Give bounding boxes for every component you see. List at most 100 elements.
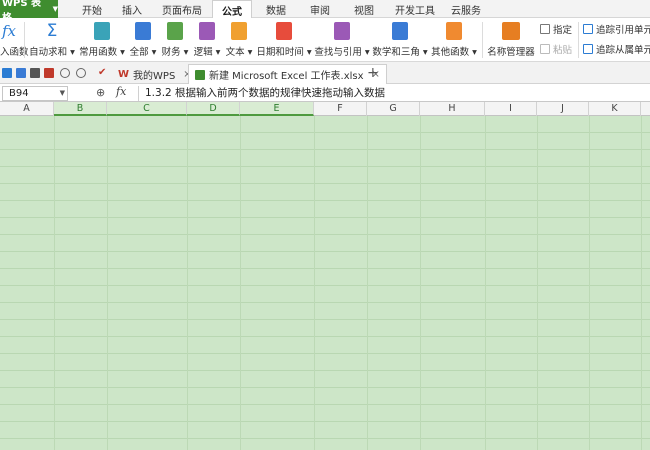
text-button[interactable]: 文本 ▾ <box>224 20 254 60</box>
tab-my-wps[interactable]: W 我的WPS × <box>112 64 198 84</box>
cell-reference: B94 <box>9 88 29 99</box>
tab-developer[interactable]: 开发工具 <box>388 0 442 18</box>
logical-button[interactable]: 逻辑 ▾ <box>192 20 222 60</box>
autosum-label: 自动求和 ▾ <box>29 47 75 58</box>
money-book-icon <box>167 22 183 40</box>
gridline <box>485 116 486 450</box>
gridline <box>641 116 642 450</box>
tab-cloud[interactable]: 云服务 <box>444 0 488 18</box>
specify-label: 指定 <box>553 25 573 36</box>
name-manager-label: 名称管理器 <box>487 47 535 58</box>
clock-book-icon <box>276 22 292 40</box>
trace-dependents-button[interactable]: 追踪从属单元 <box>583 42 650 56</box>
redo-icon[interactable] <box>76 68 86 78</box>
fx-icon: fx <box>2 22 17 40</box>
checkmark-icon[interactable]: ✔ <box>98 68 108 78</box>
column-header-a[interactable]: A <box>0 102 54 116</box>
more-functions-label: 其他函数 ▾ <box>431 47 477 58</box>
export-pdf-icon[interactable] <box>44 68 54 78</box>
all-functions-label: 全部 ▾ <box>129 47 157 58</box>
tab-data[interactable]: 数据 <box>256 0 296 18</box>
gridline <box>589 116 590 450</box>
column-headers: A B C D E F G H I J K <box>0 102 650 116</box>
tab-formulas[interactable]: 公式 <box>212 0 252 19</box>
formula-input[interactable]: 1.3.2 根据输入前两个数据的规律快速拖动输入数据 <box>138 86 648 101</box>
quick-access-bar: ✔ W 我的WPS × 新建 Microsoft Excel 工作表.xlsx … <box>0 62 650 84</box>
text-book-icon <box>231 22 247 40</box>
trace-arrow-icon <box>583 24 593 34</box>
column-header-e[interactable]: E <box>240 102 314 116</box>
sigma-icon: Σ <box>46 21 58 41</box>
gridline <box>367 116 368 450</box>
column-header-f[interactable]: F <box>314 102 367 116</box>
tab-home[interactable]: 开始 <box>72 0 112 18</box>
financial-button[interactable]: 财务 ▾ <box>160 20 190 60</box>
trace-precedents-button[interactable]: 追踪引用单元 <box>583 22 650 36</box>
specify-button[interactable]: 指定 <box>540 22 572 36</box>
column-header-i[interactable]: I <box>485 102 537 116</box>
name-box[interactable]: B94 ▼ <box>2 86 68 101</box>
spreadsheet-icon <box>195 69 205 80</box>
more-functions-button[interactable]: 其他函数 ▾ <box>430 20 478 60</box>
tab-workbook[interactable]: 新建 Microsoft Excel 工作表.xlsx × <box>188 64 387 84</box>
gridline <box>107 116 108 450</box>
worksheet-grid[interactable] <box>0 116 650 450</box>
tab-workbook-label: 新建 Microsoft Excel 工作表.xlsx <box>209 71 364 82</box>
app-menu-button[interactable]: WPS 表格 ▼ <box>0 0 58 24</box>
column-header-k[interactable]: K <box>589 102 641 116</box>
chevron-down-icon: ▼ <box>52 5 58 13</box>
chevron-down-icon[interactable]: ▼ <box>60 87 65 100</box>
column-header-d[interactable]: D <box>187 102 240 116</box>
formula-bar: B94 ▼ ⊕ fx 1.3.2 根据输入前两个数据的规律快速拖动输入数据 <box>0 85 650 102</box>
paste-label: 粘贴 <box>553 45 573 56</box>
tab-insert[interactable]: 插入 <box>112 0 152 18</box>
insert-function-label: 入函数 <box>0 47 29 58</box>
ribbon: fx 入函数 Σ 自动求和 ▾ 常用函数 ▾ 全部 ▾ 财务 ▾ 逻辑 ▾ 文本… <box>0 18 650 62</box>
undo-icon[interactable] <box>60 68 70 78</box>
star-book-icon <box>94 22 110 40</box>
tab-view[interactable]: 视图 <box>344 0 384 18</box>
column-header-j[interactable]: J <box>537 102 589 116</box>
lookup-reference-button[interactable]: 查找与引用 ▾ <box>314 20 370 60</box>
date-time-label: 日期和时间 ▾ <box>256 47 312 58</box>
paste-icon <box>540 44 550 54</box>
specify-icon <box>540 24 550 34</box>
gridline <box>537 116 538 450</box>
column-header-b[interactable]: B <box>54 102 107 116</box>
common-functions-button[interactable]: 常用函数 ▾ <box>78 20 126 60</box>
gridline <box>54 116 55 450</box>
gridline <box>420 116 421 450</box>
divider <box>578 22 579 58</box>
menu-bar: WPS 表格 ▼ 开始 插入 页面布局 公式 数据 审阅 视图 开发工具 云服务 <box>0 0 650 24</box>
logical-label: 逻辑 ▾ <box>193 47 221 58</box>
date-time-button[interactable]: 日期和时间 ▾ <box>256 20 312 60</box>
tab-page-layout[interactable]: 页面布局 <box>152 0 212 18</box>
list-book-icon <box>135 22 151 40</box>
all-functions-button[interactable]: 全部 ▾ <box>128 20 158 60</box>
insert-function-button[interactable]: fx 入函数 <box>0 20 29 60</box>
wps-logo-icon: W <box>118 68 130 80</box>
gridline <box>240 116 241 450</box>
divider <box>24 22 25 58</box>
math-trig-button[interactable]: 数学和三角 ▾ <box>372 20 428 60</box>
save-icon[interactable] <box>16 68 26 78</box>
paste-name-button[interactable]: 粘贴 <box>540 42 572 56</box>
zoom-icon[interactable]: ⊕ <box>96 86 105 99</box>
question-book-icon <box>199 22 215 40</box>
print-icon[interactable] <box>30 68 40 78</box>
fx-icon[interactable]: fx <box>116 85 126 98</box>
text-label: 文本 ▾ <box>225 47 253 58</box>
tab-review[interactable]: 审阅 <box>300 0 340 18</box>
divider <box>482 22 483 58</box>
new-file-icon[interactable] <box>2 68 12 78</box>
autosum-button[interactable]: Σ 自动求和 ▾ <box>28 20 76 60</box>
math-trig-label: 数学和三角 ▾ <box>372 47 428 58</box>
column-header-h[interactable]: H <box>420 102 485 116</box>
column-header-g[interactable]: G <box>367 102 420 116</box>
column-header-c[interactable]: C <box>107 102 187 116</box>
financial-label: 财务 ▾ <box>161 47 189 58</box>
tab-my-wps-label: 我的WPS <box>133 70 176 82</box>
gridline <box>314 116 315 450</box>
new-tab-button[interactable]: + <box>367 65 379 81</box>
name-manager-button[interactable]: 名称管理器 <box>486 20 536 60</box>
